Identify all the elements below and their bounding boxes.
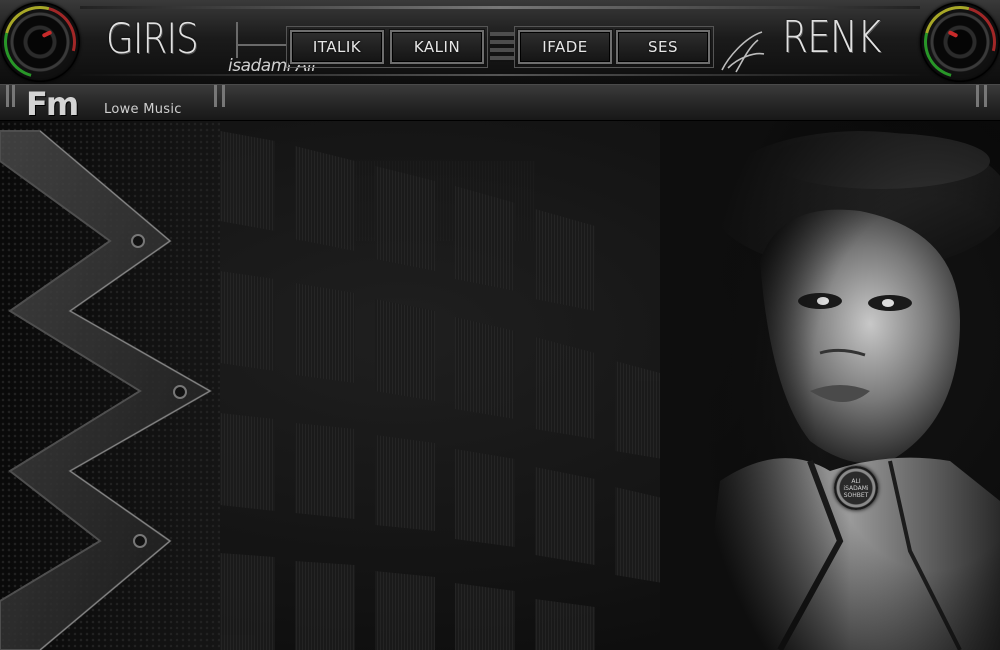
ifade-button[interactable]: IFADE — [518, 30, 612, 64]
bar-pillar — [6, 85, 9, 107]
logo-renk-link[interactable]: RENK — [782, 12, 882, 63]
kalin-button[interactable]: KALIN — [390, 30, 484, 64]
badge-line3: SOHBET — [843, 491, 869, 499]
main-area: ALI iSADAMi SOHBET — [0, 121, 1000, 650]
bar-pillar — [976, 85, 979, 107]
button-connector — [490, 32, 514, 62]
speaker-left-icon — [0, 0, 90, 92]
swirl-ornament-icon — [721, 31, 765, 73]
zigzag-decor — [0, 121, 220, 650]
vu-meter-arc — [0, 0, 90, 92]
bar-pillar — [214, 85, 217, 107]
logo-giris-link[interactable]: GIRIS — [106, 14, 199, 63]
page: GIRIS isadami Ali ITALIK KALIN IFADE SES… — [0, 0, 1000, 650]
ses-button[interactable]: SES — [616, 30, 710, 64]
bar-pillar — [984, 85, 987, 107]
badge-icon: ALI iSADAMi SOHBET — [834, 466, 878, 510]
speaker-right-icon — [910, 0, 1000, 92]
italik-button[interactable]: ITALIK — [290, 30, 384, 64]
woman-portrait-image — [660, 121, 1000, 650]
sub-bar: Fm Lowe Music — [0, 85, 1000, 123]
badge-line2: iSADAMi — [843, 484, 869, 492]
fm-logo: Fm — [26, 85, 79, 123]
badge-line1: ALI — [851, 477, 861, 485]
bar-pillar — [12, 85, 15, 107]
zigzag-icon — [0, 130, 213, 650]
frame-divider — [236, 44, 286, 46]
top-divider-lower — [80, 74, 920, 76]
bar-pillar — [222, 85, 225, 107]
vu-meter-arc — [910, 0, 1000, 92]
top-divider — [80, 6, 920, 9]
top-bar: GIRIS isadami Ali ITALIK KALIN IFADE SES… — [0, 0, 1000, 92]
frame-divider — [236, 22, 238, 58]
subtitle-text: Lowe Music — [104, 102, 182, 117]
